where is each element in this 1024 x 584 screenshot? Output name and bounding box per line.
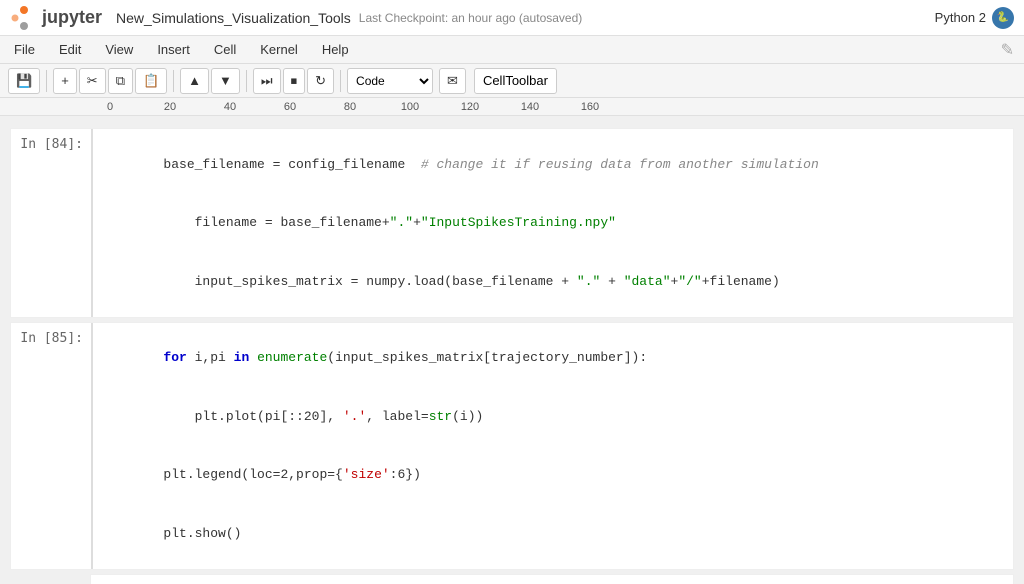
cell-type-select[interactable]: Code Markdown Raw: [347, 68, 433, 94]
cell-85-line-2: plt.plot(pi[::20], '.', label=str(i)): [101, 387, 1005, 446]
menu-file[interactable]: File: [10, 40, 39, 59]
cell-85-content[interactable]: for i,pi in enumerate(input_spikes_matri…: [91, 323, 1013, 569]
restart-button[interactable]: ↻: [307, 68, 334, 94]
scroll-num-0: 0: [80, 101, 140, 113]
menu-view[interactable]: View: [101, 40, 137, 59]
edit-pencil-icon: ✎: [1001, 40, 1014, 60]
cell-84-line-1: base_filename = config_filename # change…: [101, 135, 1005, 194]
toolbar-sep-3: [246, 70, 247, 92]
notebook-title[interactable]: New_Simulations_Visualization_Tools: [116, 10, 351, 26]
toolbar-sep-1: [46, 70, 47, 92]
cell-85-prompt: In [85]:: [11, 323, 91, 569]
jupyter-logo: jupyter: [10, 4, 102, 32]
move-up-button[interactable]: ▲: [180, 68, 209, 94]
scroll-num-100: 100: [380, 101, 440, 113]
cell-84[interactable]: In [84]: base_filename = config_filename…: [10, 128, 1014, 318]
toolbar-sep-2: [173, 70, 174, 92]
cell-85-line-3: plt.legend(loc=2,prop={'size':6}): [101, 446, 1005, 505]
checkpoint-info: Last Checkpoint: an hour ago (autosaved): [359, 11, 582, 25]
move-down-button[interactable]: ▼: [211, 68, 240, 94]
scroll-num-140: 140: [500, 101, 560, 113]
jupyter-brand: jupyter: [42, 7, 102, 28]
menu-kernel[interactable]: Kernel: [256, 40, 302, 59]
cell-84-line-3: input_spikes_matrix = numpy.load(base_fi…: [101, 252, 1005, 311]
step-forward-button[interactable]: ⏭: [253, 68, 281, 94]
scroll-num-60: 60: [260, 101, 320, 113]
menu-edit[interactable]: Edit: [55, 40, 85, 59]
scroll-num-120: 120: [440, 101, 500, 113]
scroll-num-80: 80: [320, 101, 380, 113]
menu-help[interactable]: Help: [318, 40, 353, 59]
add-cell-button[interactable]: +: [53, 68, 77, 94]
copy-cell-button[interactable]: ⧉: [108, 68, 133, 94]
paste-cell-button[interactable]: 📋: [135, 68, 167, 94]
celltoolbar-button[interactable]: CellToolbar: [474, 68, 557, 94]
jupyter-logo-icon: [10, 4, 38, 32]
cell-85[interactable]: In [85]: for i,pi in enumerate(input_spi…: [10, 322, 1014, 570]
menu-cell[interactable]: Cell: [210, 40, 240, 59]
stop-button[interactable]: ⏹: [283, 68, 306, 94]
menu-insert[interactable]: Insert: [153, 40, 194, 59]
python-badge: Python 2 🐍: [935, 7, 1014, 29]
scroll-num-20: 20: [140, 101, 200, 113]
mail-button[interactable]: ✉: [439, 68, 466, 94]
chart-output: 30 40 50 60 70 80 90 100 110 120 0 10 20…: [90, 574, 1014, 584]
scroll-num-40: 40: [200, 101, 260, 113]
save-button[interactable]: 💾: [8, 68, 40, 94]
scroll-numbers-row: 0 20 40 60 80 100 120 140 160: [0, 98, 1024, 116]
cell-84-line-2: filename = base_filename+"."+"InputSpike…: [101, 194, 1005, 253]
cell-85-line-4: plt.show(): [101, 504, 1005, 563]
toolbar-sep-4: [340, 70, 341, 92]
cell-84-prompt: In [84]:: [11, 129, 91, 317]
cell-84-content[interactable]: base_filename = config_filename # change…: [91, 129, 1013, 317]
notebook-area: In [84]: base_filename = config_filename…: [0, 116, 1024, 584]
python-icon: 🐍: [992, 7, 1014, 29]
cell-85-line-1: for i,pi in enumerate(input_spikes_matri…: [101, 329, 1005, 388]
scroll-num-160: 160: [560, 101, 620, 113]
cut-cell-button[interactable]: ✂: [79, 68, 106, 94]
python-label: Python 2: [935, 10, 986, 25]
menubar: File Edit View Insert Cell Kernel Help ✎: [0, 36, 1024, 64]
toolbar: 💾 + ✂ ⧉ 📋 ▲ ▼ ⏭ ⏹ ↻ Code Markdown Raw ✉ …: [0, 64, 1024, 98]
